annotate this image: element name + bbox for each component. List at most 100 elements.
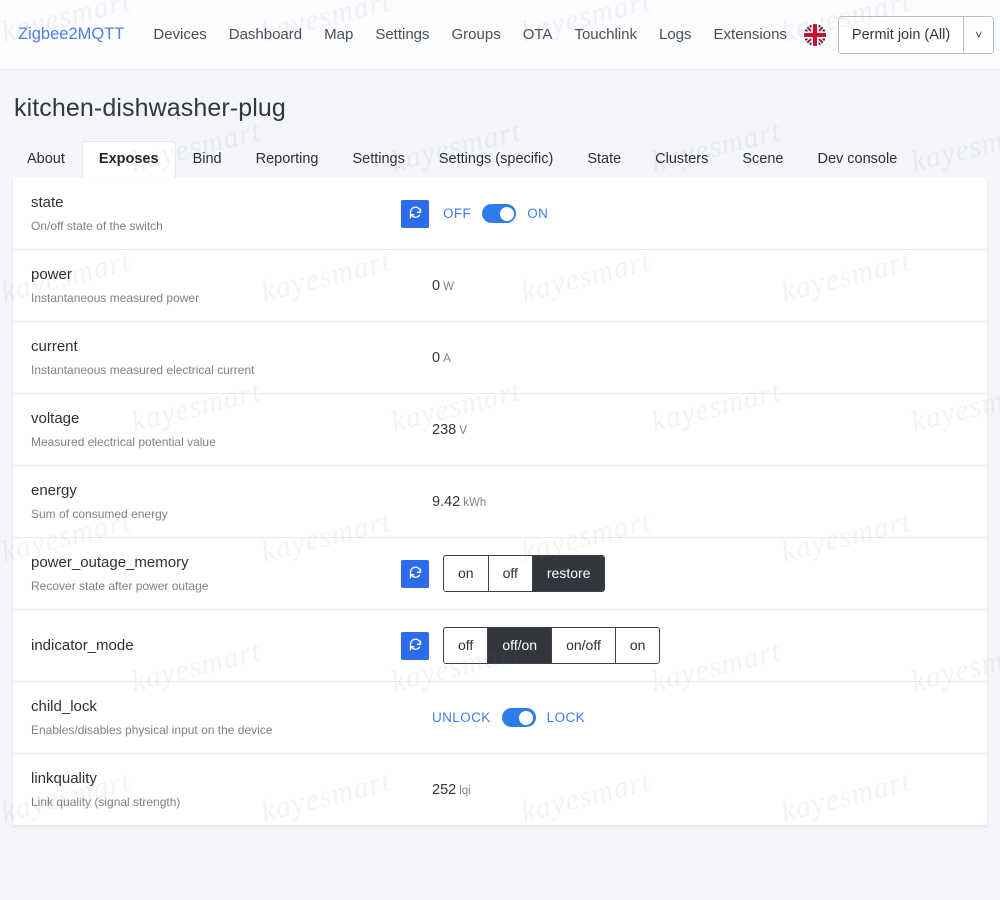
expose-label-block: power Instantaneous measured power [31,265,401,306]
expose-row-state: state On/off state of the switch OFF ON [13,178,987,250]
toggle-off-label: UNLOCK [432,710,491,725]
expose-description: Recover state after power outage [31,579,401,595]
nav-link-groups[interactable]: Groups [441,20,512,49]
expose-control: UNLOCK LOCK [401,708,971,727]
expose-value-readout: 9.42kWh [432,494,486,510]
option-off[interactable]: off [489,556,533,591]
page-title: kitchen-dishwasher-plug [14,94,1000,123]
nav-link-dashboard[interactable]: Dashboard [218,20,313,49]
tab-bind[interactable]: Bind [176,141,239,178]
refresh-icon [408,566,423,581]
expose-unit: A [443,353,451,365]
expose-name: power_outage_memory [31,553,401,573]
refresh-icon [408,206,423,221]
expose-label-block: state On/off state of the switch [31,193,401,234]
nav-link-extensions[interactable]: Extensions [703,20,798,49]
expose-value-readout: 238V [432,422,467,438]
brand-logo[interactable]: Zigbee2MQTT [18,25,124,44]
nav-link-ota[interactable]: OTA [512,20,564,49]
refresh-icon-button[interactable] [401,632,429,660]
nav-link-devices[interactable]: Devices [142,20,217,49]
expose-description: Measured electrical potential value [31,435,401,451]
option-off-on[interactable]: off/on [488,628,552,663]
tab-dev-console[interactable]: Dev console [800,141,914,178]
refresh-icon [408,638,423,653]
expose-name: voltage [31,409,401,429]
option-restore[interactable]: restore [533,556,605,591]
indicator-mode-options: off off/on on/off on [443,627,660,664]
expose-name: indicator_mode [31,636,401,656]
expose-control: OFF ON [401,200,971,228]
expose-name: power [31,265,401,285]
nav-link-touchlink[interactable]: Touchlink [563,20,648,49]
uk-flag-icon[interactable] [804,24,826,46]
nav-links: Devices Dashboard Map Settings Groups OT… [142,20,798,49]
watermark-text: kayesmart [648,895,785,900]
permit-join-value: Permit join (All) [839,17,963,53]
expose-name: energy [31,481,401,501]
expose-description: Instantaneous measured electrical curren… [31,363,401,379]
tab-settings-specific[interactable]: Settings (specific) [422,141,570,178]
tab-reporting[interactable]: Reporting [239,141,336,178]
tab-exposes[interactable]: Exposes [82,141,176,178]
expose-label-block: voltage Measured electrical potential va… [31,409,401,450]
expose-control: 0A [401,350,971,366]
expose-name: child_lock [31,697,401,717]
expose-value: 0 [432,278,440,294]
refresh-icon-button[interactable] [401,200,429,228]
option-on[interactable]: on [444,556,489,591]
toggle-off-label: OFF [443,206,471,221]
option-on-off[interactable]: on/off [552,628,616,663]
toggle-on-label: ON [527,206,548,221]
expose-value: 9.42 [432,494,460,510]
toggle-knob [519,711,533,725]
expose-description: Link quality (signal strength) [31,795,401,811]
exposes-card: state On/off state of the switch OFF ON [12,178,988,827]
nav-link-logs[interactable]: Logs [648,20,703,49]
expose-unit: V [459,425,467,437]
expose-value-readout: 252lqi [432,782,471,798]
expose-value: 0 [432,350,440,366]
state-toggle-switch[interactable] [482,204,516,223]
option-off[interactable]: off [444,628,488,663]
tab-about[interactable]: About [10,141,82,178]
expose-name: linkquality [31,769,401,789]
tab-scene[interactable]: Scene [725,141,800,178]
page-header: kitchen-dishwasher-plug [0,70,1000,123]
tab-settings[interactable]: Settings [335,141,421,178]
expose-value: 238 [432,422,456,438]
expose-control: off off/on on/off on [401,627,971,664]
expose-row-energy: energy Sum of consumed energy 9.42kWh [13,466,987,538]
expose-description: Instantaneous measured power [31,291,401,307]
expose-value-readout: 0A [432,350,451,366]
chevron-down-icon[interactable]: ˅ [963,17,993,53]
expose-unit: kWh [463,497,486,509]
chevron-down-glyph: ˅ [975,29,982,41]
tab-clusters[interactable]: Clusters [638,141,725,178]
expose-value-readout: 0W [432,278,454,294]
expose-row-voltage: voltage Measured electrical potential va… [13,394,987,466]
expose-row-power-outage-memory: power_outage_memory Recover state after … [13,538,987,610]
expose-label-block: indicator_mode [31,636,401,656]
expose-control: 0W [401,278,971,294]
expose-label-block: energy Sum of consumed energy [31,481,401,522]
option-on[interactable]: on [616,628,660,663]
permit-join-select[interactable]: Permit join (All) ˅ [838,16,994,54]
expose-label-block: current Instantaneous measured electrica… [31,337,401,378]
expose-name: state [31,193,401,213]
refresh-icon-button[interactable] [401,560,429,588]
child-lock-toggle-switch[interactable] [502,708,536,727]
expose-unit: lqi [459,785,471,797]
device-tabs: About Exposes Bind Reporting Settings Se… [0,141,1000,178]
expose-row-current: current Instantaneous measured electrica… [13,322,987,394]
expose-name: current [31,337,401,357]
nav-link-map[interactable]: Map [313,20,364,49]
expose-control: 252lqi [401,782,971,798]
watermark-text: kayesmart [128,895,265,900]
tab-state[interactable]: State [570,141,638,178]
toggle-on-label: LOCK [547,710,585,725]
top-navbar: Zigbee2MQTT Devices Dashboard Map Settin… [0,0,1000,70]
expose-description: Sum of consumed energy [31,507,401,523]
nav-link-settings[interactable]: Settings [364,20,440,49]
expose-row-indicator-mode: indicator_mode off off/on on/off on [13,610,987,682]
